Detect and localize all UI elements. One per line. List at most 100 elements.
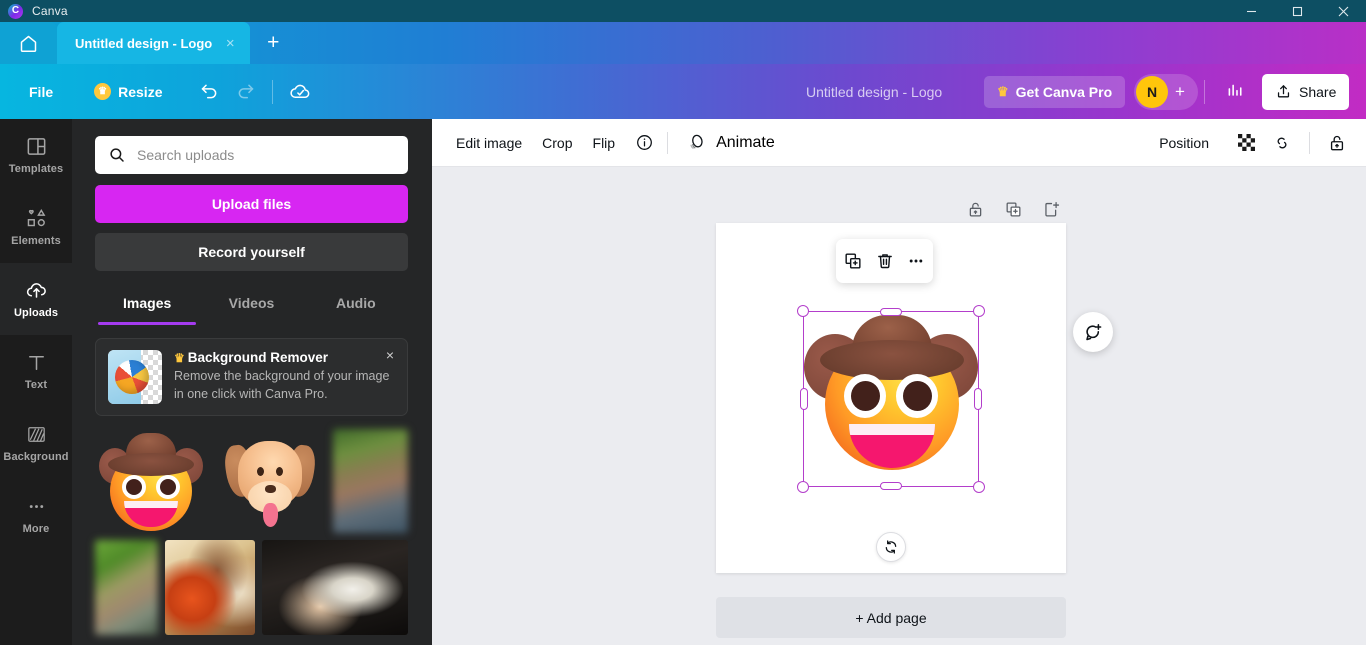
background-icon: [27, 427, 45, 442]
resize-handle-top[interactable]: [880, 308, 902, 316]
tab-videos[interactable]: Videos: [199, 287, 303, 325]
get-canva-pro-button[interactable]: ♛ Get Canva Pro: [984, 75, 1126, 108]
sidebar-label: Text: [24, 379, 48, 391]
resize-handle-left[interactable]: [800, 388, 808, 410]
animate-label: Animate: [716, 133, 775, 151]
elements-icon: [27, 208, 45, 227]
canva-top-toolbar: File ♛ Resize Untitled design - Logo ♛ G…: [0, 64, 1366, 119]
resize-handle-bottom-right[interactable]: [973, 481, 985, 493]
upload-item-blurred-outdoor[interactable]: [95, 540, 158, 635]
resize-button[interactable]: ♛ Resize: [83, 76, 173, 107]
invite-members-button[interactable]: +: [1168, 82, 1192, 102]
resize-handle-top-right[interactable]: [973, 305, 985, 317]
undo-icon[interactable]: [191, 74, 227, 110]
rotate-handle[interactable]: [876, 532, 906, 562]
account-group[interactable]: N +: [1134, 73, 1198, 110]
crop-button[interactable]: Crop: [532, 128, 582, 158]
window-controls: [1228, 0, 1366, 22]
sidebar-item-elements[interactable]: Elements: [0, 191, 72, 263]
tab-images[interactable]: Images: [95, 287, 199, 325]
background-remover-promo[interactable]: ♛ Background Remover Remove the backgrou…: [95, 338, 408, 416]
record-yourself-button[interactable]: Record yourself: [95, 233, 408, 271]
upload-item-tango-painting[interactable]: [165, 540, 255, 635]
search-input[interactable]: Search uploads: [137, 147, 234, 163]
sidebar-label: Uploads: [13, 307, 59, 319]
tab-untitled-design[interactable]: Untitled design - Logo ×: [57, 22, 251, 64]
toolbar-divider: [667, 131, 669, 154]
crown-icon: ♛: [997, 83, 1009, 99]
transparency-icon[interactable]: [1229, 126, 1263, 160]
home-icon[interactable]: [0, 22, 57, 64]
minimize-icon[interactable]: [1228, 0, 1274, 22]
editor-toolbar-right: Position: [1149, 126, 1366, 160]
share-label: Share: [1299, 83, 1337, 100]
tab-close-icon[interactable]: ×: [220, 33, 240, 53]
flip-button[interactable]: Flip: [583, 128, 626, 158]
add-comment-icon[interactable]: [1073, 312, 1113, 352]
resize-handle-bottom-left[interactable]: [797, 481, 809, 493]
edit-image-button[interactable]: Edit image: [446, 128, 532, 158]
lock-page-icon[interactable]: [960, 194, 990, 224]
page-controls: [960, 194, 1066, 224]
sidebar-item-background[interactable]: Background: [0, 407, 72, 479]
animate-icon: [690, 134, 703, 150]
left-rail: Templates Elements Uploads Text Backgrou…: [0, 119, 72, 645]
tab-audio[interactable]: Audio: [304, 287, 408, 325]
sidebar-item-text[interactable]: Text: [0, 335, 72, 407]
info-icon[interactable]: [629, 128, 659, 158]
toolbar-divider: [1309, 131, 1310, 154]
sidebar-item-more[interactable]: More: [0, 479, 72, 551]
uploads-row: [95, 540, 408, 635]
upload-item-dog-emoji[interactable]: [214, 429, 326, 533]
close-icon[interactable]: ×: [381, 346, 399, 364]
uploads-row: [95, 429, 408, 533]
sidebar-item-uploads[interactable]: Uploads: [0, 263, 72, 335]
avatar[interactable]: N: [1136, 75, 1168, 108]
uploads-panel: Search uploads Upload files Record yours…: [72, 119, 432, 645]
link-style-icon[interactable]: [1265, 126, 1299, 160]
sidebar-item-templates[interactable]: Templates: [0, 119, 72, 191]
window-title: Canva: [32, 4, 68, 18]
cloud-saved-icon[interactable]: [282, 74, 318, 110]
promo-title-text: Background Remover: [187, 350, 329, 365]
new-tab-button[interactable]: +: [250, 22, 296, 64]
crown-icon: ♛: [94, 83, 112, 100]
upload-files-button[interactable]: Upload files: [95, 185, 408, 223]
resize-handle-right[interactable]: [974, 388, 982, 410]
sidebar-label: More: [22, 523, 50, 535]
selected-element-cowboy-emoji[interactable]: [797, 305, 985, 493]
text-icon: [28, 355, 44, 370]
window-titlebar: C Canva: [0, 0, 1366, 22]
resize-handle-bottom[interactable]: [880, 482, 902, 490]
upload-item-dancing-couple[interactable]: [262, 540, 408, 635]
share-button[interactable]: Share: [1262, 73, 1350, 110]
resize-handle-top-left[interactable]: [797, 305, 809, 317]
close-icon[interactable]: [1320, 0, 1366, 22]
tab-label: Untitled design - Logo: [75, 35, 213, 51]
upload-item-blurred-portrait[interactable]: [333, 429, 408, 533]
duplicate-icon[interactable]: [839, 247, 867, 275]
upload-item-cowboy-emoji[interactable]: [95, 429, 207, 533]
duplicate-page-icon[interactable]: [998, 194, 1028, 224]
element-options-toolbar: Edit image Crop Flip Animate Position: [432, 119, 1366, 167]
animate-button[interactable]: Animate: [676, 125, 785, 160]
sidebar-label: Elements: [11, 235, 61, 247]
position-button[interactable]: Position: [1149, 128, 1219, 158]
search-uploads-box[interactable]: Search uploads: [95, 136, 408, 174]
unlock-icon[interactable]: [1320, 126, 1354, 160]
file-menu-button[interactable]: File: [17, 77, 65, 107]
sidebar-label: Templates: [8, 163, 64, 175]
beach-ball-thumbnail: [108, 350, 162, 404]
stats-icon[interactable]: [1217, 74, 1253, 110]
uploads-grid: [95, 429, 408, 642]
promo-title: ♛ Background Remover: [174, 350, 395, 365]
search-icon: [110, 148, 124, 162]
redo-icon[interactable]: [227, 74, 263, 110]
more-dots-icon[interactable]: [902, 247, 930, 275]
promo-description: Remove the background of your image in o…: [174, 369, 390, 401]
add-page-icon[interactable]: [1036, 194, 1066, 224]
maximize-icon[interactable]: [1274, 0, 1320, 22]
add-page-button[interactable]: + Add page: [716, 597, 1066, 638]
trash-icon[interactable]: [871, 247, 899, 275]
crown-icon: ♛: [174, 350, 185, 365]
